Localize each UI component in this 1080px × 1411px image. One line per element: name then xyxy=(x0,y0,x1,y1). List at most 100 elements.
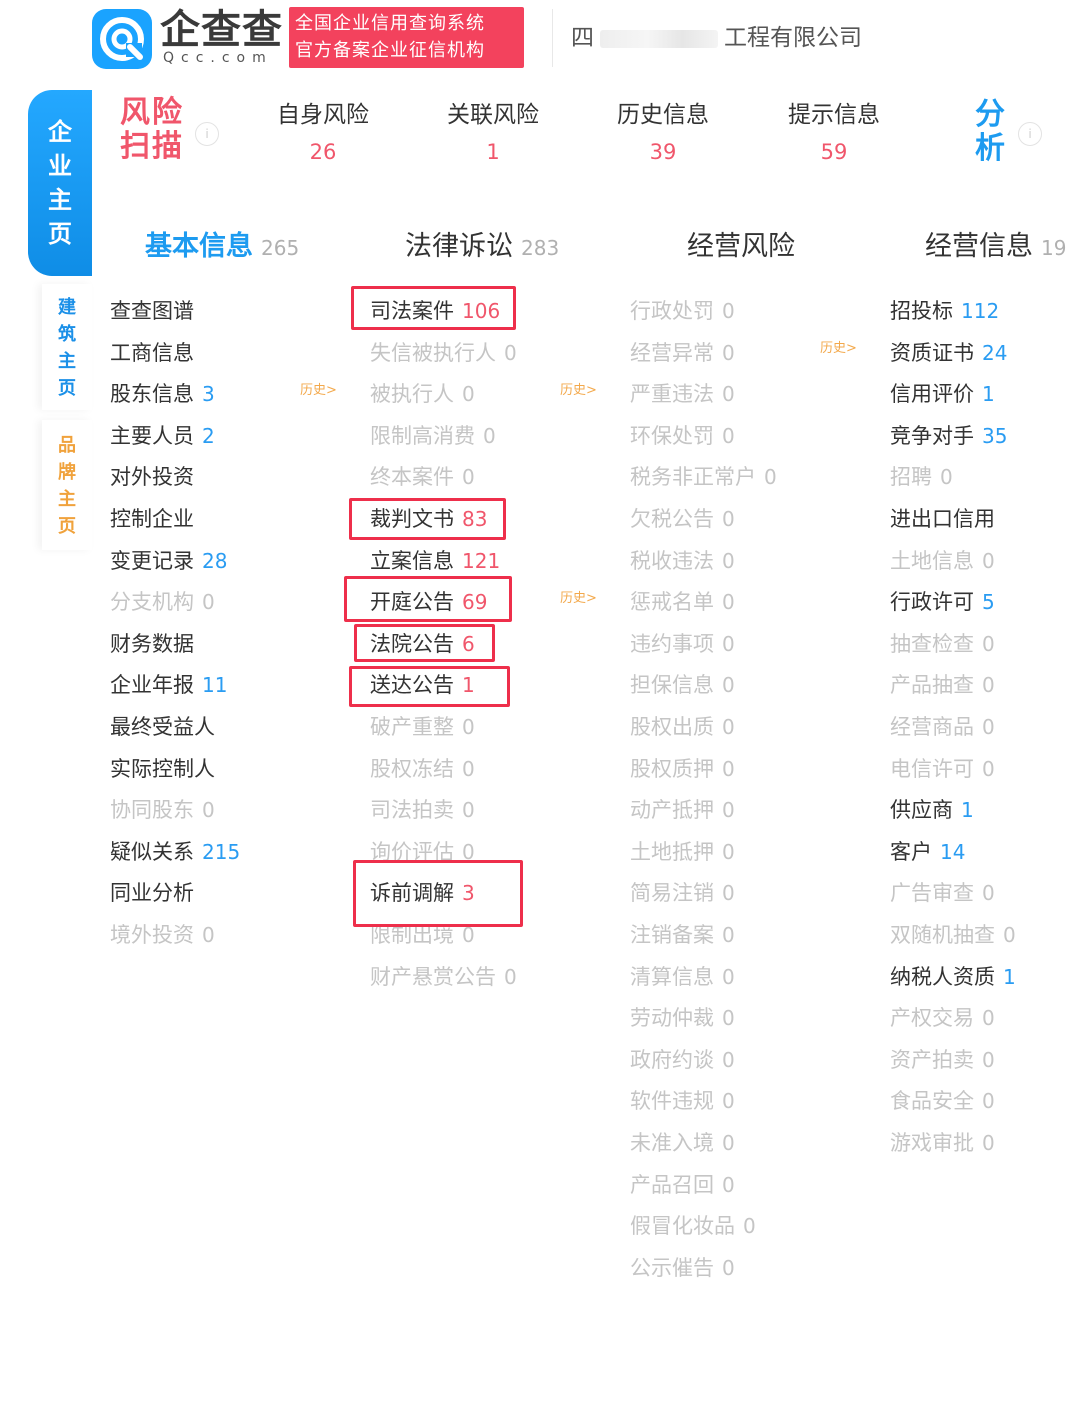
risk-item-count: 0 xyxy=(743,1214,756,1239)
business-item[interactable]: 竞争对手 35 xyxy=(890,415,1007,457)
business-item[interactable]: 进出口信用 xyxy=(890,498,995,540)
basic-item[interactable]: 对外投资 xyxy=(110,456,194,498)
business-item[interactable]: 资质证书 24 xyxy=(890,332,1007,374)
risk-item[interactable]: 税收违法 0 xyxy=(630,540,735,582)
risk-scan-title[interactable]: 风险 扫描 xyxy=(120,96,184,164)
info-icon[interactable]: i xyxy=(195,122,219,146)
risk-item[interactable]: 未准入境 0 xyxy=(630,1122,735,1164)
risk-item[interactable]: 软件违规 0 xyxy=(630,1080,735,1122)
risk-item[interactable]: 行政处罚 0 xyxy=(630,290,735,332)
risk-related[interactable]: 关联风险 1 xyxy=(418,100,568,174)
basic-item[interactable]: 变更记录 28 xyxy=(110,540,227,582)
business-item[interactable]: 信用评价 1 xyxy=(890,373,995,415)
legal-item-label: 立案信息 xyxy=(370,548,454,573)
legal-item[interactable]: 破产重整 0 xyxy=(370,706,475,748)
risk-item[interactable]: 违约事项 0 xyxy=(630,623,735,665)
business-item[interactable]: 行政许可 5 xyxy=(890,581,995,623)
risk-item[interactable]: 环保处罚 0 xyxy=(630,415,735,457)
basic-item[interactable]: 企业年报 11 xyxy=(110,664,227,706)
history-link-shareholders[interactable]: 历史> xyxy=(300,370,337,412)
business-item[interactable]: 游戏审批 0 xyxy=(890,1122,995,1164)
tab-company-home[interactable]: 企 业 主 页 xyxy=(28,90,92,276)
business-item[interactable]: 产权交易 0 xyxy=(890,997,995,1039)
risk-item[interactable]: 简易注销 0 xyxy=(630,872,735,914)
legal-item[interactable]: 财产悬赏公告 0 xyxy=(370,956,517,998)
category-legal[interactable]: 法律诉讼 283 xyxy=(405,228,559,267)
analysis-title[interactable]: 分 析 xyxy=(975,98,1005,166)
legal-item[interactable]: 股权冻结 0 xyxy=(370,748,475,790)
legal-item[interactable]: 失信被执行人 0 xyxy=(370,332,517,374)
business-item[interactable]: 土地信息 0 xyxy=(890,540,995,582)
risk-notice[interactable]: 提示信息 59 xyxy=(759,100,909,174)
basic-item[interactable]: 控制企业 xyxy=(110,498,194,540)
info-icon[interactable]: i xyxy=(1018,122,1042,146)
tab-company-home-char: 企 xyxy=(48,118,72,146)
business-item[interactable]: 产品抽查 0 xyxy=(890,664,995,706)
history-link-abnormal[interactable]: 历史> xyxy=(820,328,857,370)
risk-item[interactable]: 经营异常 0 xyxy=(630,332,735,374)
risk-item[interactable]: 担保信息 0 xyxy=(630,664,735,706)
history-link-court-notice[interactable]: 历史> xyxy=(560,578,597,620)
basic-item[interactable]: 实际控制人 xyxy=(110,748,215,790)
business-item[interactable]: 食品安全 0 xyxy=(890,1080,995,1122)
basic-item[interactable]: 分支机构 0 xyxy=(110,581,215,623)
risk-item[interactable]: 股权质押 0 xyxy=(630,748,735,790)
risk-self[interactable]: 自身风险 26 xyxy=(248,100,398,174)
basic-item[interactable]: 境外投资 0 xyxy=(110,914,215,956)
risk-item[interactable]: 惩戒名单 0 xyxy=(630,581,735,623)
legal-item[interactable]: 司法拍卖 0 xyxy=(370,789,475,831)
business-item[interactable]: 供应商 1 xyxy=(890,789,974,831)
basic-item[interactable]: 工商信息 xyxy=(110,332,194,374)
business-item[interactable]: 纳税人资质 1 xyxy=(890,956,1016,998)
risk-history[interactable]: 历史信息 39 xyxy=(588,100,738,174)
business-item[interactable]: 招聘 0 xyxy=(890,456,953,498)
risk-item[interactable]: 股权出质 0 xyxy=(630,706,735,748)
risk-item[interactable]: 严重违法 0 xyxy=(630,373,735,415)
basic-item-count: 0 xyxy=(202,590,215,615)
history-link-executed[interactable]: 历史> xyxy=(560,370,597,412)
business-item[interactable]: 经营商品 0 xyxy=(890,706,995,748)
category-operating-risk[interactable]: 经营风险 xyxy=(687,228,795,266)
legal-item[interactable]: 终本案件 0 xyxy=(370,456,475,498)
business-item-label: 纳税人资质 xyxy=(890,964,995,989)
business-item[interactable]: 抽查检查 0 xyxy=(890,623,995,665)
legal-item[interactable]: 被执行人 0 xyxy=(370,373,475,415)
risk-item[interactable]: 税务非正常户 0 xyxy=(630,456,777,498)
risk-item[interactable]: 清算信息 0 xyxy=(630,956,735,998)
category-basic-info[interactable]: 基本信息 265 xyxy=(145,228,299,267)
basic-item-label: 工商信息 xyxy=(110,340,194,365)
basic-item[interactable]: 股东信息 3 xyxy=(110,373,215,415)
category-business-info[interactable]: 经营信息 19 xyxy=(925,228,1080,267)
risk-item[interactable]: 产品召回 0 xyxy=(630,1164,735,1206)
legal-item[interactable]: 限制高消费 0 xyxy=(370,415,496,457)
business-item[interactable]: 资产拍卖 0 xyxy=(890,1039,995,1081)
risk-item[interactable]: 劳动仲裁 0 xyxy=(630,997,735,1039)
business-item[interactable]: 客户 14 xyxy=(890,831,965,873)
risk-item[interactable]: 欠税公告 0 xyxy=(630,498,735,540)
legal-item-count: 0 xyxy=(462,798,475,823)
basic-item[interactable]: 主要人员 2 xyxy=(110,415,215,457)
business-item[interactable]: 招投标 112 xyxy=(890,290,999,332)
basic-item[interactable]: 疑似关系 215 xyxy=(110,831,240,873)
logo-wordmark[interactable]: 企查查 xyxy=(160,8,283,52)
risk-item[interactable]: 注销备案 0 xyxy=(630,914,735,956)
business-item-count: 0 xyxy=(982,1006,995,1031)
tab-brand-home[interactable]: 品 牌 主 页 xyxy=(42,420,92,550)
business-item-count: 0 xyxy=(982,756,995,781)
risk-item[interactable]: 土地抵押 0 xyxy=(630,831,735,873)
tab-construction-home[interactable]: 建 筑 主 页 xyxy=(42,284,92,410)
basic-item[interactable]: 财务数据 xyxy=(110,623,194,665)
basic-item[interactable]: 查查图谱 xyxy=(110,290,194,332)
basic-item[interactable]: 最终受益人 xyxy=(110,706,215,748)
basic-item[interactable]: 同业分析 xyxy=(110,872,194,914)
risk-item[interactable]: 动产抵押 0 xyxy=(630,789,735,831)
business-item-label: 产品抽查 xyxy=(890,673,974,698)
business-item[interactable]: 电信许可 0 xyxy=(890,748,995,790)
basic-item[interactable]: 协同股东 0 xyxy=(110,789,215,831)
qcc-logo-icon[interactable] xyxy=(92,9,152,69)
risk-item[interactable]: 假冒化妆品 0 xyxy=(630,1205,756,1247)
business-item[interactable]: 广告审查 0 xyxy=(890,872,995,914)
business-item[interactable]: 双随机抽查 0 xyxy=(890,914,1016,956)
risk-item[interactable]: 政府约谈 0 xyxy=(630,1039,735,1081)
risk-item[interactable]: 公示催告 0 xyxy=(630,1247,735,1289)
